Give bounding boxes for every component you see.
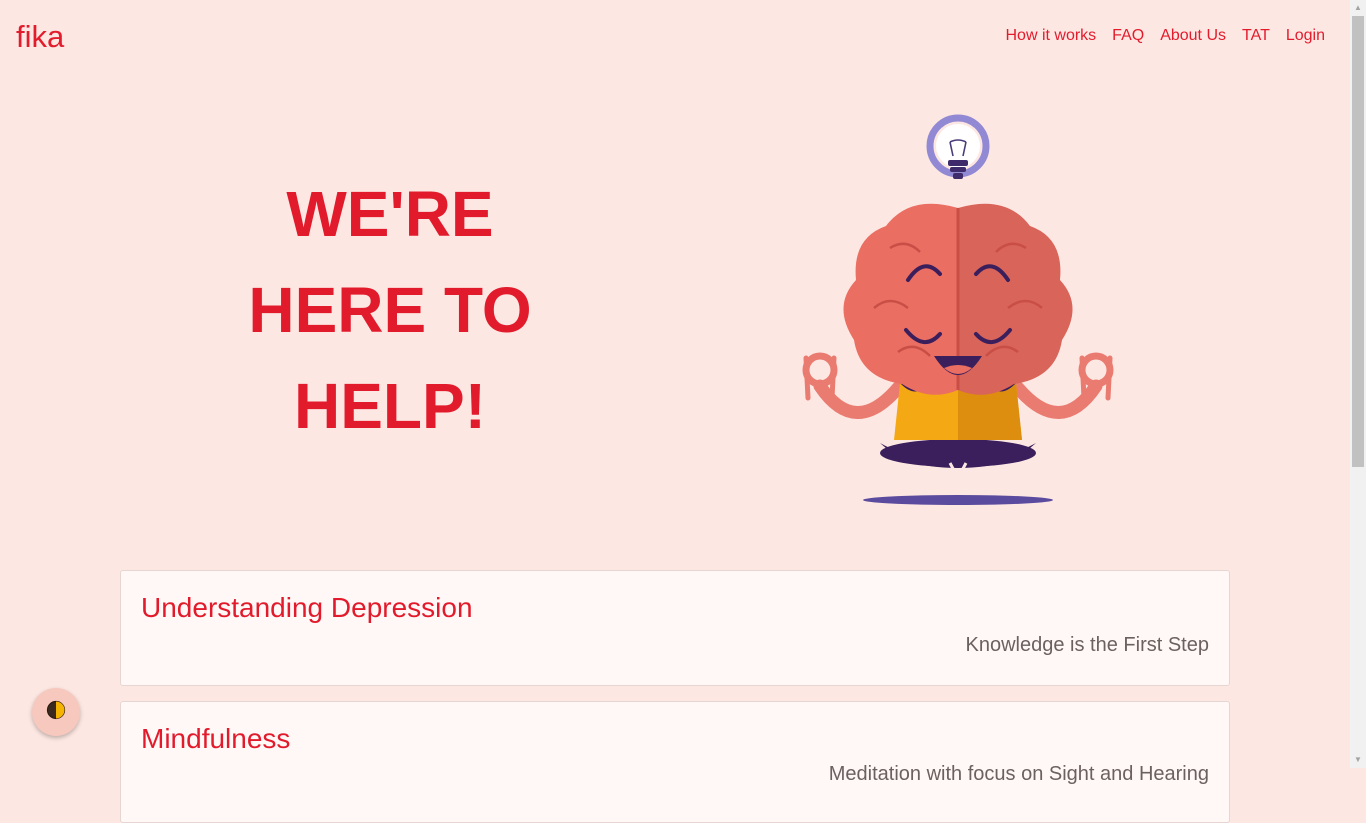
theme-toggle-button[interactable] bbox=[32, 688, 80, 736]
card-subtitle: Knowledge is the First Step bbox=[965, 634, 1209, 656]
nav-link-login[interactable]: Login bbox=[1286, 26, 1325, 46]
hero-line-1: WE'RE bbox=[286, 178, 494, 250]
half-moon-icon bbox=[46, 700, 66, 725]
nav-link-faq[interactable]: FAQ bbox=[1112, 26, 1144, 46]
hero-line-3: HELP! bbox=[294, 370, 486, 442]
scroll-up-arrow-icon[interactable]: ▲ bbox=[1350, 0, 1366, 16]
card-subtitle: Meditation with focus on Sight and Heari… bbox=[828, 763, 1209, 785]
page-scrollbar[interactable]: ▲ ▼ bbox=[1350, 0, 1366, 768]
nav-link-tat[interactable]: TAT bbox=[1242, 26, 1270, 46]
hero-title: WE'RE HERE TO HELP! bbox=[190, 166, 590, 454]
nav-links: How it works FAQ About Us TAT Login bbox=[1005, 26, 1325, 46]
card-title: Understanding Depression bbox=[141, 592, 473, 623]
navbar: fika How it works FAQ About Us TAT Login bbox=[0, 0, 1350, 72]
card-mindfulness[interactable]: Mindfulness Meditation with focus on Sig… bbox=[120, 701, 1230, 823]
nav-link-about-us[interactable]: About Us bbox=[1160, 26, 1226, 46]
scroll-down-arrow-icon[interactable]: ▼ bbox=[1350, 752, 1366, 768]
brand-logo[interactable]: fika bbox=[16, 18, 64, 56]
card-understanding-depression[interactable]: Understanding Depression Knowledge is th… bbox=[120, 570, 1230, 686]
hero-line-2: HERE TO bbox=[248, 274, 532, 346]
nav-link-how-it-works[interactable]: How it works bbox=[1005, 26, 1096, 46]
meditating-brain-illustration bbox=[790, 108, 1126, 517]
scrollbar-thumb[interactable] bbox=[1352, 16, 1364, 467]
card-title: Mindfulness bbox=[141, 723, 291, 754]
